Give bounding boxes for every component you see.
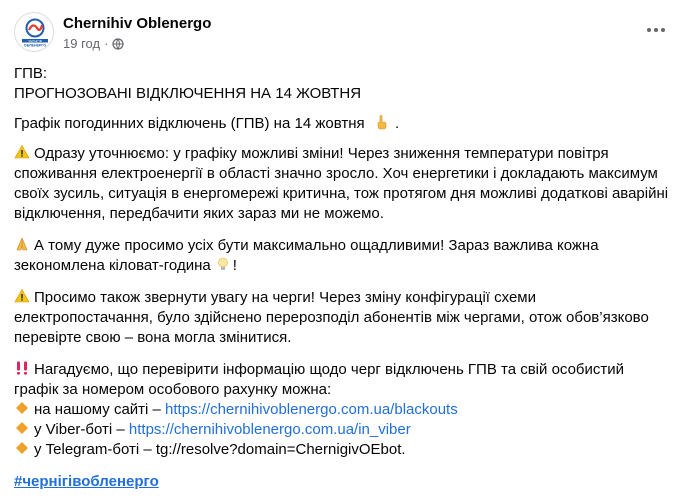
link-prefix: у Viber-боті –	[34, 421, 129, 438]
website-link[interactable]: https://chernihivoblenergo.com.ua/blacko…	[165, 401, 458, 418]
facebook-post: ЧЕРНІГІВ ОБЛЕНЕРГО Chernihiv Oblenergo 1…	[0, 0, 684, 490]
light-bulb-icon	[217, 257, 228, 270]
warning-text: Одразу уточнюємо: у графіку можливі змін…	[34, 145, 609, 162]
reminder-line: Нагадуємо, що перевірити інформацію щодо…	[14, 360, 664, 380]
more-options-button[interactable]	[642, 18, 670, 42]
schedule-text: Графік погодинних відключень (ГПВ) на 14…	[14, 115, 365, 132]
please-paragraph: А тому дуже просимо усіх бути максимальн…	[14, 236, 664, 276]
schedule-paragraph: Графік погодинних відключень (ГПВ) на 14…	[14, 114, 664, 134]
queues-line: перевірте свою – вона могла змінитися.	[14, 329, 292, 346]
post-body: ГПВ: ПРОГНОЗОВАНІ ВІДКЛЮЧЕННЯ НА 14 ЖОВТ…	[14, 64, 669, 504]
warning-paragraph: Одразу уточнюємо: у графіку можливі змін…	[14, 144, 669, 224]
reminder-line: графік за номером особового рахунку можн…	[14, 381, 332, 398]
reminder-text: Нагадуємо, що перевірити інформацію щодо…	[34, 361, 625, 378]
orange-diamond-icon	[16, 402, 28, 414]
avatar[interactable]: ЧЕРНІГІВ ОБЛЕНЕРГО	[14, 12, 54, 52]
please-line: зекономлена кіловат-година!	[14, 256, 664, 276]
link-item: у Viber-боті – https://chernihivoblenerg…	[14, 420, 664, 440]
reminder-paragraph: Нагадуємо, що перевірити інформацію щодо…	[14, 360, 664, 460]
warning-line: своїх зусиль, ситуація в енергомережі кр…	[14, 185, 669, 202]
queues-paragraph: Просимо також звернути увагу на черги! Ч…	[14, 288, 664, 348]
orange-diamond-icon	[16, 442, 28, 454]
queues-line: електропостачання, було здійснено переро…	[14, 309, 649, 326]
post-time[interactable]: 19 год	[63, 36, 100, 51]
post-meta: 19 год ·	[63, 36, 125, 51]
page-name[interactable]: Chernihiv Oblenergo	[63, 15, 211, 32]
logo-text-bottom: ОБЛЕНЕРГО	[24, 44, 47, 48]
please-text: А тому дуже просимо усіх бути максимальн…	[34, 237, 599, 254]
logo-text-top: ЧЕРНІГІВ	[28, 39, 41, 43]
warning-line: відключення, передбачити яких зараз ми н…	[14, 205, 384, 222]
post-header: ЧЕРНІГІВ ОБЛЕНЕРГО Chernihiv Oblenergo 1…	[14, 12, 670, 56]
warning-line: Одразу уточнюємо: у графіку можливі змін…	[14, 144, 664, 164]
orange-diamond-icon	[16, 422, 28, 434]
pointing-up-hand-icon	[377, 115, 387, 130]
link-item: у Telegram-боті – tg://resolve?domain=Ch…	[14, 440, 664, 460]
queues-text: Просимо також звернути увагу на черги! Ч…	[34, 289, 536, 306]
folded-hands-icon	[16, 237, 28, 251]
schedule-end: .	[394, 115, 400, 132]
link-item: на нашому сайті – https://chernihivoblen…	[14, 400, 664, 420]
please-text: зекономлена кіловат-година	[14, 257, 211, 274]
globe-icon	[112, 37, 125, 50]
link-prefix: на нашому сайті –	[34, 401, 166, 418]
viber-link[interactable]: https://chernihivoblenergo.com.ua/in_vib…	[129, 421, 411, 438]
meta-separator: ·	[104, 36, 109, 51]
title-line: ПРОГНОЗОВАНІ ВІДКЛЮЧЕННЯ НА 14 ЖОВТНЯ	[14, 85, 362, 102]
hashtag-paragraph: #чернігівобленерго	[14, 472, 664, 492]
warning-icon	[14, 144, 30, 159]
queues-line: Просимо також звернути увагу на черги! Ч…	[14, 288, 664, 308]
link-prefix: у Telegram-боті –	[34, 441, 156, 458]
telegram-text: tg://resolve?domain=ChernigivOEbot.	[155, 441, 406, 458]
post-title: ГПВ: ПРОГНОЗОВАНІ ВІДКЛЮЧЕННЯ НА 14 ЖОВТ…	[14, 64, 664, 104]
please-line: А тому дуже просимо усіх бути максимальн…	[14, 236, 664, 256]
double-exclamation-icon	[17, 361, 27, 375]
warning-line: споживання електроенергії в області знач…	[14, 165, 658, 182]
oblenergo-logo: ЧЕРНІГІВ ОБЛЕНЕРГО	[22, 18, 48, 48]
please-end: !	[232, 257, 237, 274]
warning-icon	[14, 288, 30, 303]
title-line: ГПВ:	[14, 65, 48, 82]
more-options-icon	[647, 28, 665, 32]
